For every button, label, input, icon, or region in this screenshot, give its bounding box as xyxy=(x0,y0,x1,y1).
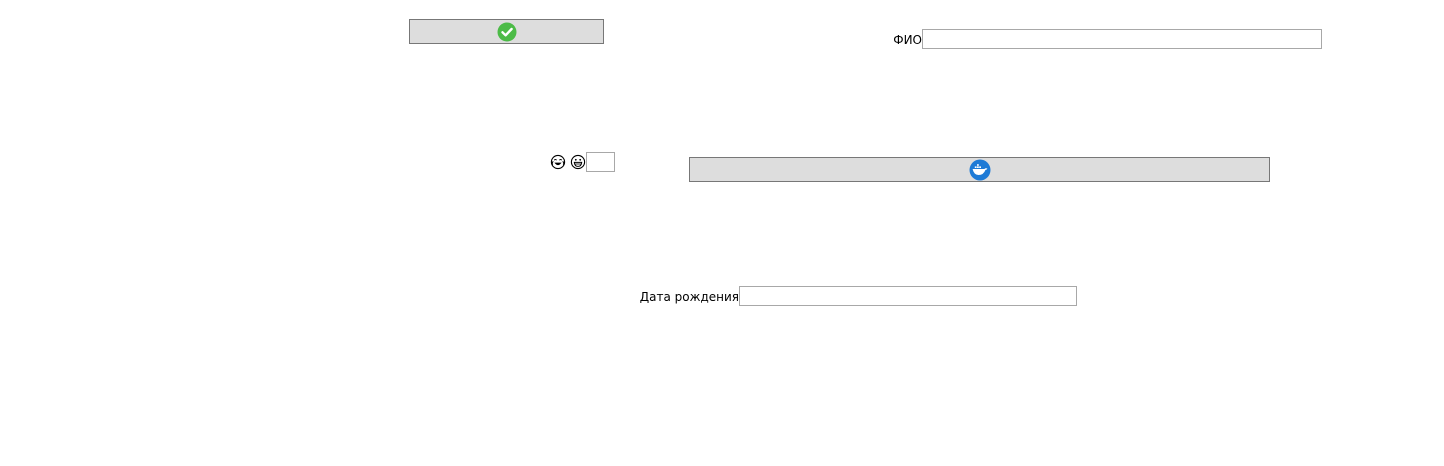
tears-of-joy-emoji-icon xyxy=(550,154,566,170)
birth-date-label: Дата рождения xyxy=(639,290,739,304)
docker-button[interactable] xyxy=(689,157,1270,182)
fio-input[interactable] xyxy=(922,29,1322,49)
birth-date-input[interactable] xyxy=(739,286,1077,306)
grinning-face-emoji-icon xyxy=(570,154,586,170)
fio-label: ФИО xyxy=(893,33,922,47)
small-input[interactable] xyxy=(586,152,615,172)
docker-whale-icon xyxy=(969,159,990,180)
checkmark-circle-icon xyxy=(497,22,516,41)
confirm-button[interactable] xyxy=(409,19,604,44)
